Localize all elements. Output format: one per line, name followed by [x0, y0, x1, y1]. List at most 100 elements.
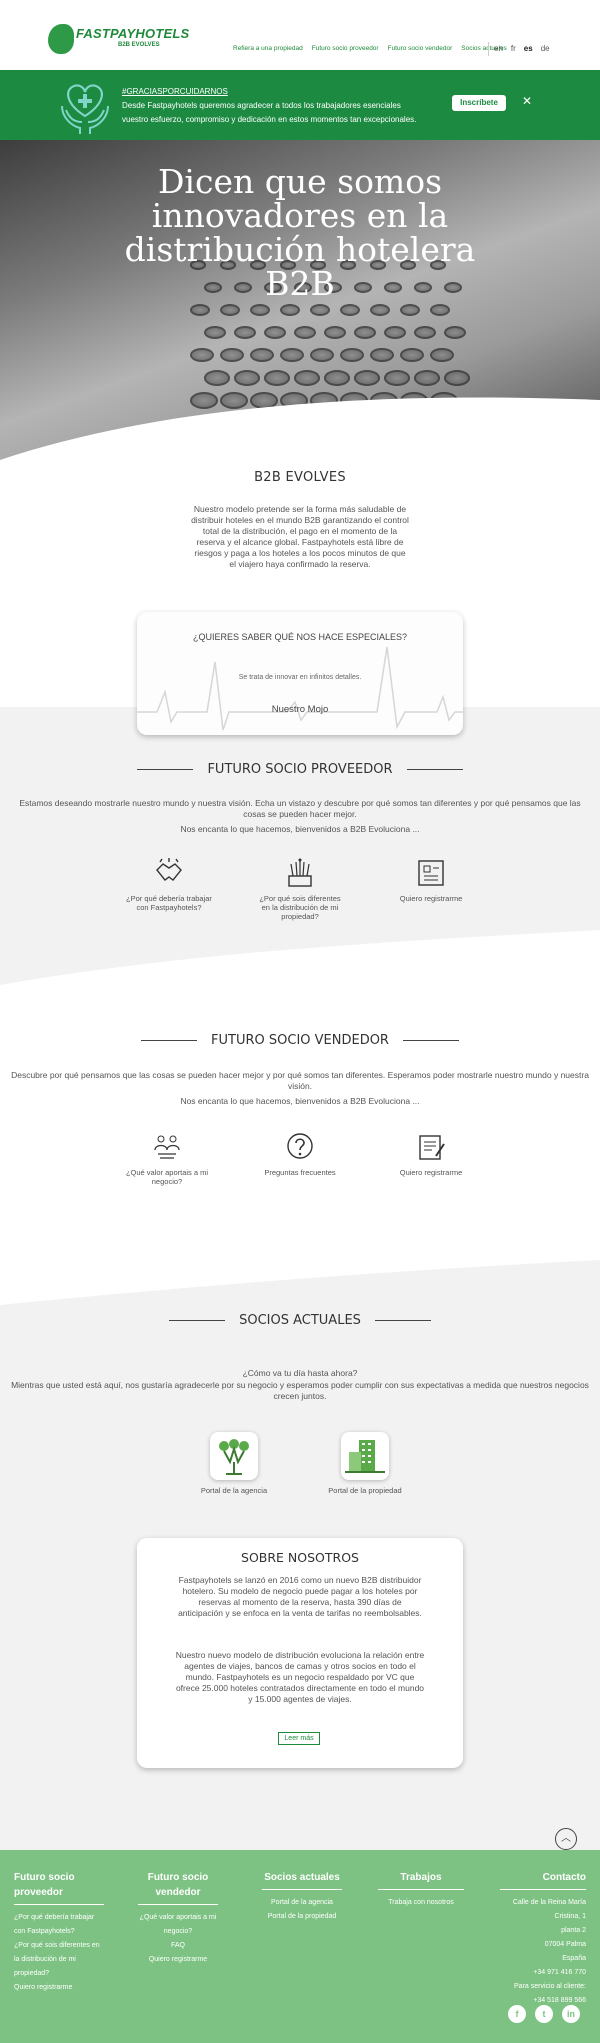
card-registrarme-vendedor[interactable]: Quiero registrarme	[386, 1132, 476, 1177]
close-icon[interactable]: ✕	[522, 94, 532, 108]
footer-link[interactable]: Trabaja con nosotros	[378, 1896, 464, 1910]
hero-circuit-dot	[430, 304, 450, 316]
lang-fr[interactable]: fr	[511, 44, 516, 53]
vendedor-para1: Descubre por qué pensamos que las cosas …	[11, 1070, 589, 1091]
property-portal-button[interactable]	[341, 1432, 389, 1480]
people-icon	[154, 1135, 180, 1159]
read-more-button[interactable]: Leer más	[278, 1732, 320, 1745]
hero-circuit-dot	[294, 326, 316, 340]
question-icon	[287, 1133, 313, 1159]
contact-address: Calle de la Reina María Cristina, 1	[512, 1899, 586, 1920]
main-nav: Refiera a una propiedad Futuro socio pro…	[233, 45, 507, 57]
property-portal-label[interactable]: Portal de la propiedad	[320, 1486, 410, 1495]
mojo-card[interactable]: ¿QUIERES SABER QUÉ NOS HACE ESPECIALES? …	[137, 612, 463, 735]
card-por-que-trabajar[interactable]: ¿Por qué debería trabajar con Fastpayhot…	[124, 858, 214, 912]
footer-link[interactable]: ¿Qué valor aportais a mi negocio?	[138, 1911, 218, 1939]
footer-heading: Futuro socio vendedor	[138, 1870, 218, 1905]
proveedor-para2: Nos encanta lo que hacemos, bienvenidos …	[180, 824, 420, 834]
hero-circuit-dot	[220, 348, 244, 363]
hero-circuit-dot	[190, 348, 214, 363]
gratitude-banner: #GRACIASPORCUIDARNOS Desde Fastpayhotels…	[0, 70, 600, 140]
about-paragraph-1: Fastpayhotels se lanzó en 2016 como un n…	[178, 1575, 422, 1618]
footer-link[interactable]: Portal de la agencia	[262, 1896, 342, 1910]
card-valor-aportais[interactable]: ¿Qué valor aportais a mi negocio?	[122, 1132, 212, 1186]
logo[interactable]: FASTPAYHOTELS B2B EVOLVES	[48, 22, 189, 58]
hero-circuit-dot	[370, 304, 390, 316]
contact-floor: planta 2	[561, 1927, 586, 1934]
about-title: SOBRE NOSOTROS	[241, 1550, 359, 1565]
socios-heading: SOCIOS ACTUALES	[0, 1313, 600, 1328]
agency-portal-button[interactable]	[210, 1432, 258, 1480]
footer-link[interactable]: Quiero registrarme	[138, 1953, 218, 1967]
lang-divider	[488, 42, 489, 56]
hero-circuit-dot	[310, 348, 334, 363]
register-icon	[418, 860, 444, 886]
socios-para2: Mientras que usted está aquí, nos gustar…	[11, 1380, 589, 1401]
card-label: ¿Qué valor aportais a mi negocio?	[125, 1168, 209, 1186]
card-por-que-diferentes[interactable]: ¿Por qué sois diferentes en la distribuc…	[255, 858, 345, 921]
lang-de[interactable]: de	[541, 44, 550, 53]
handshake-icon	[156, 858, 182, 881]
nav-refiera[interactable]: Refiera a una propiedad	[233, 45, 303, 57]
proveedor-heading: FUTURO SOCIO PROVEEDOR	[0, 762, 600, 777]
mojo-link[interactable]: Nuestro Mojo	[137, 704, 463, 715]
network-icon	[288, 858, 312, 887]
footer-link[interactable]: ¿Por qué debería trabajar con Fastpayhot…	[14, 1911, 104, 1939]
footer-col-vendedor: Futuro socio vendedor ¿Qué valor aportai…	[138, 1870, 218, 1967]
proveedor-title: FUTURO SOCIO PROVEEDOR	[207, 762, 393, 777]
hero-circuit-dot	[310, 304, 330, 316]
heart-hands-icon	[61, 84, 109, 134]
agency-icon	[219, 1439, 249, 1475]
card-label: ¿Por qué debería trabajar con Fastpayhot…	[126, 894, 212, 912]
hero-circuit-dot	[340, 348, 364, 363]
hero-circuit-dot	[220, 304, 240, 316]
brand-name: FASTPAYHOTELS	[76, 26, 190, 41]
agency-portal-label[interactable]: Portal de la agencia	[189, 1486, 279, 1495]
hero-circuit-dot	[250, 348, 274, 363]
title-line-right	[406, 769, 463, 770]
hero-circuit-dot	[280, 304, 300, 316]
hero-circuit-dot	[354, 326, 376, 340]
hero-circuit-dot	[234, 326, 256, 340]
contact-country: España	[562, 1955, 586, 1962]
hero-circuit-dot	[370, 348, 394, 363]
card-label: Quiero registrarme	[399, 1168, 463, 1177]
footer-heading: Socios actuales	[262, 1870, 342, 1890]
hero-wave-divider	[0, 397, 600, 475]
footer-link[interactable]: Portal de la propiedad	[262, 1910, 342, 1924]
back-to-top-icon[interactable]: ︿	[555, 1828, 577, 1850]
footer-link[interactable]: Quiero registrarme	[14, 1981, 104, 1995]
hero-circuit-dot	[400, 304, 420, 316]
footer-link[interactable]: ¿Por qué sois diferentes en la distribuc…	[14, 1939, 104, 1981]
hero-circuit-dot	[340, 304, 360, 316]
banner-hashtag[interactable]: #GRACIASPORCUIDARNOS	[122, 87, 228, 96]
hero-circuit-dot	[444, 326, 466, 340]
clipboard-icon	[419, 1135, 445, 1160]
card-registrarme-proveedor[interactable]: Quiero registrarme	[386, 858, 476, 903]
brand-tagline: B2B EVOLVES	[118, 42, 160, 48]
contact-phone[interactable]: +34 971 416 770	[500, 1966, 586, 1980]
footer-link[interactable]: FAQ	[138, 1939, 218, 1953]
footer-col-trabajos: Trabajos Trabaja con nosotros	[378, 1870, 464, 1910]
about-card: SOBRE NOSOTROS Fastpayhotels se lanzó en…	[137, 1538, 463, 1768]
lang-es[interactable]: es	[524, 44, 533, 53]
wave-divider	[0, 930, 600, 1000]
twitter-icon[interactable]: t	[535, 2005, 553, 2023]
socios-para1: ¿Cómo va tu día hasta ahora?	[242, 1368, 358, 1378]
proveedor-para1: Estamos deseando mostrarle nuestro mundo…	[19, 798, 581, 819]
card-faq[interactable]: Preguntas frecuentes	[255, 1132, 345, 1177]
nav-proveedor[interactable]: Futuro socio proveedor	[312, 45, 379, 57]
facebook-icon[interactable]: f	[508, 2005, 526, 2023]
hero-circuit-dot	[414, 326, 436, 340]
nav-vendedor[interactable]: Futuro socio vendedor	[388, 45, 453, 57]
rabbit-logo-icon	[48, 24, 74, 54]
lang-en[interactable]: en	[494, 44, 503, 53]
banner-text: Desde Fastpayhotels queremos agradecer a…	[122, 101, 417, 124]
hero-circuit-dot	[250, 304, 270, 316]
card-label: Preguntas frecuentes	[264, 1168, 336, 1177]
vendedor-heading: FUTURO SOCIO VENDEDOR	[0, 1033, 600, 1048]
hero-circuit-dot	[384, 326, 406, 340]
linkedin-icon[interactable]: in	[562, 2005, 580, 2023]
subscribe-button[interactable]: Inscríbete	[452, 95, 506, 111]
hero-circuit-dot	[400, 348, 424, 363]
